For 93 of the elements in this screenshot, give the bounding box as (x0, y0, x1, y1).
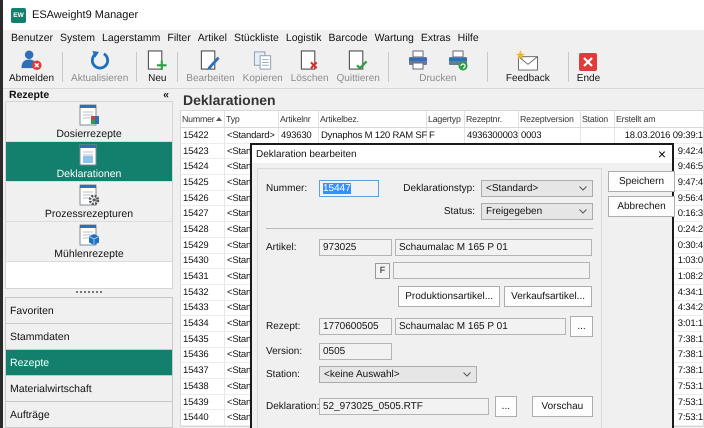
table-cell: 15431 (181, 269, 225, 285)
table-cell: 15432 (181, 284, 225, 301)
grip-icon[interactable] (76, 291, 102, 294)
printer-refresh-icon (446, 49, 469, 71)
toolbar-button[interactable]: Ende (572, 48, 604, 86)
toolbar-button[interactable]: Feedback (492, 48, 564, 86)
nav-section[interactable]: Aufträge (5, 402, 173, 428)
chevron-down-icon (579, 186, 587, 191)
user-remove-icon (20, 50, 44, 71)
menu-item[interactable]: System (59, 32, 96, 44)
window-title: ESAweight9 Manager (32, 9, 138, 21)
nav-section[interactable]: Rezepte (5, 350, 173, 376)
collapse-button[interactable]: « (163, 89, 169, 101)
document-gear-icon (78, 184, 100, 206)
menu-item[interactable]: Filter (166, 32, 192, 44)
chevron-down-icon (463, 372, 471, 377)
recipe-number-field[interactable]: 1770600505 (319, 318, 392, 335)
nav-section[interactable]: Stammdaten (5, 324, 173, 350)
close-button[interactable]: × (658, 147, 666, 161)
column-header[interactable]: Nummer (181, 111, 225, 128)
table-cell: 15423 (181, 144, 225, 160)
browse-button[interactable]: ... (495, 396, 517, 417)
sort-arrow-icon (216, 117, 222, 121)
toolbar-button[interactable]: Abmelden (5, 48, 58, 86)
recipe-name-field[interactable]: Schaumalac M 165 P 01 (395, 318, 566, 335)
table-cell: 15425 (181, 175, 225, 191)
toolbar-button[interactable]: Neu (141, 48, 174, 86)
sidebar-item[interactable]: Prozessrezepturen (6, 182, 172, 222)
article-name-field[interactable]: Schaumalac M 165 P 01 (395, 239, 592, 256)
table-cell: 15438 (181, 379, 225, 395)
table-cell: 15440 (181, 410, 225, 426)
table-cell: 15436 (181, 348, 225, 364)
new-document-icon (145, 50, 170, 71)
table-cell: 15430 (181, 254, 225, 270)
printer-icon (406, 49, 429, 71)
column-header[interactable]: Lagertyp (427, 111, 465, 128)
document-grid-icon (78, 104, 100, 126)
menu-item[interactable]: Extras (420, 32, 452, 44)
chevron-down-icon (579, 209, 587, 214)
table-cell: 15435 (181, 332, 225, 348)
column-header[interactable]: Rezeptversion (519, 111, 581, 128)
dialog-button[interactable]: Speichern (608, 171, 675, 192)
column-header[interactable]: Artikelbez. (319, 111, 427, 128)
table-cell: 15422 (181, 128, 225, 144)
menu-item[interactable]: Benutzer (10, 32, 54, 44)
document-pen-icon (198, 50, 222, 71)
table-cell: 15434 (181, 316, 225, 332)
table-cell: 15437 (181, 363, 225, 379)
column-header[interactable]: Artikelnr (279, 111, 319, 128)
type-dropdown[interactable]: <Standard> (481, 180, 593, 197)
menu-item[interactable]: Logistik (284, 32, 322, 44)
article-number-field[interactable]: 973025 (319, 239, 392, 256)
grid-title: Deklarationen (182, 90, 277, 110)
table-cell: 15428 (181, 222, 225, 238)
sidebar-item[interactable]: Mühlenrezepte (6, 222, 172, 262)
preview-button[interactable]: Vorschau (532, 396, 593, 417)
sidebar-item[interactable]: Deklarationen (6, 142, 172, 182)
nav-section[interactable]: Favoriten (5, 298, 173, 324)
column-header[interactable]: Typ (225, 111, 279, 128)
table-cell: 15433 (181, 300, 225, 316)
browse-button[interactable]: ... (570, 316, 593, 337)
table-cell: 15429 (181, 238, 225, 254)
document-cube-icon (78, 224, 100, 246)
menu-item[interactable]: Stückliste (232, 32, 280, 44)
menu-item[interactable]: Lagerstamm (101, 32, 162, 44)
file-field[interactable]: 52_973025_0505.RTF (319, 398, 489, 415)
table-cell: 15427 (181, 206, 225, 222)
menu-item[interactable]: Barcode (327, 32, 369, 44)
column-header[interactable]: Rezeptnr. (465, 111, 519, 128)
version-field[interactable]: 0505 (319, 343, 392, 360)
table-cell: 15426 (181, 190, 225, 206)
dialog-button[interactable]: Abbrechen (608, 196, 675, 217)
panel-title: Rezepte (9, 89, 50, 101)
article-button[interactable]: Verkaufsartikel... (504, 286, 592, 307)
storage-type-field[interactable]: F (375, 262, 390, 278)
column-header[interactable]: Station (581, 111, 615, 128)
nav-section[interactable]: Materialwirtschaft (5, 376, 173, 402)
article-button[interactable]: Produktionsartikel... (398, 286, 500, 307)
menu-item[interactable]: Artikel (196, 32, 228, 44)
field-label: Status: (444, 206, 475, 217)
station-dropdown[interactable]: <keine Auswahl> (319, 366, 477, 383)
table-cell: 15439 (181, 394, 225, 410)
document-check-icon (346, 50, 370, 71)
table-cell: 15424 (181, 159, 225, 176)
close-icon (579, 53, 598, 71)
column-header[interactable]: Erstellt am (615, 111, 704, 128)
menu-item[interactable]: Hilfe (456, 32, 480, 44)
sidebar-item[interactable]: Dosierrezepte (6, 102, 172, 142)
envelope-icon (514, 50, 541, 71)
menu-item[interactable]: Wartung (374, 32, 415, 44)
status-dropdown[interactable]: Freigegeben (481, 203, 593, 220)
field-label: Deklarationstyp: (403, 183, 475, 194)
input-field[interactable] (393, 262, 590, 279)
